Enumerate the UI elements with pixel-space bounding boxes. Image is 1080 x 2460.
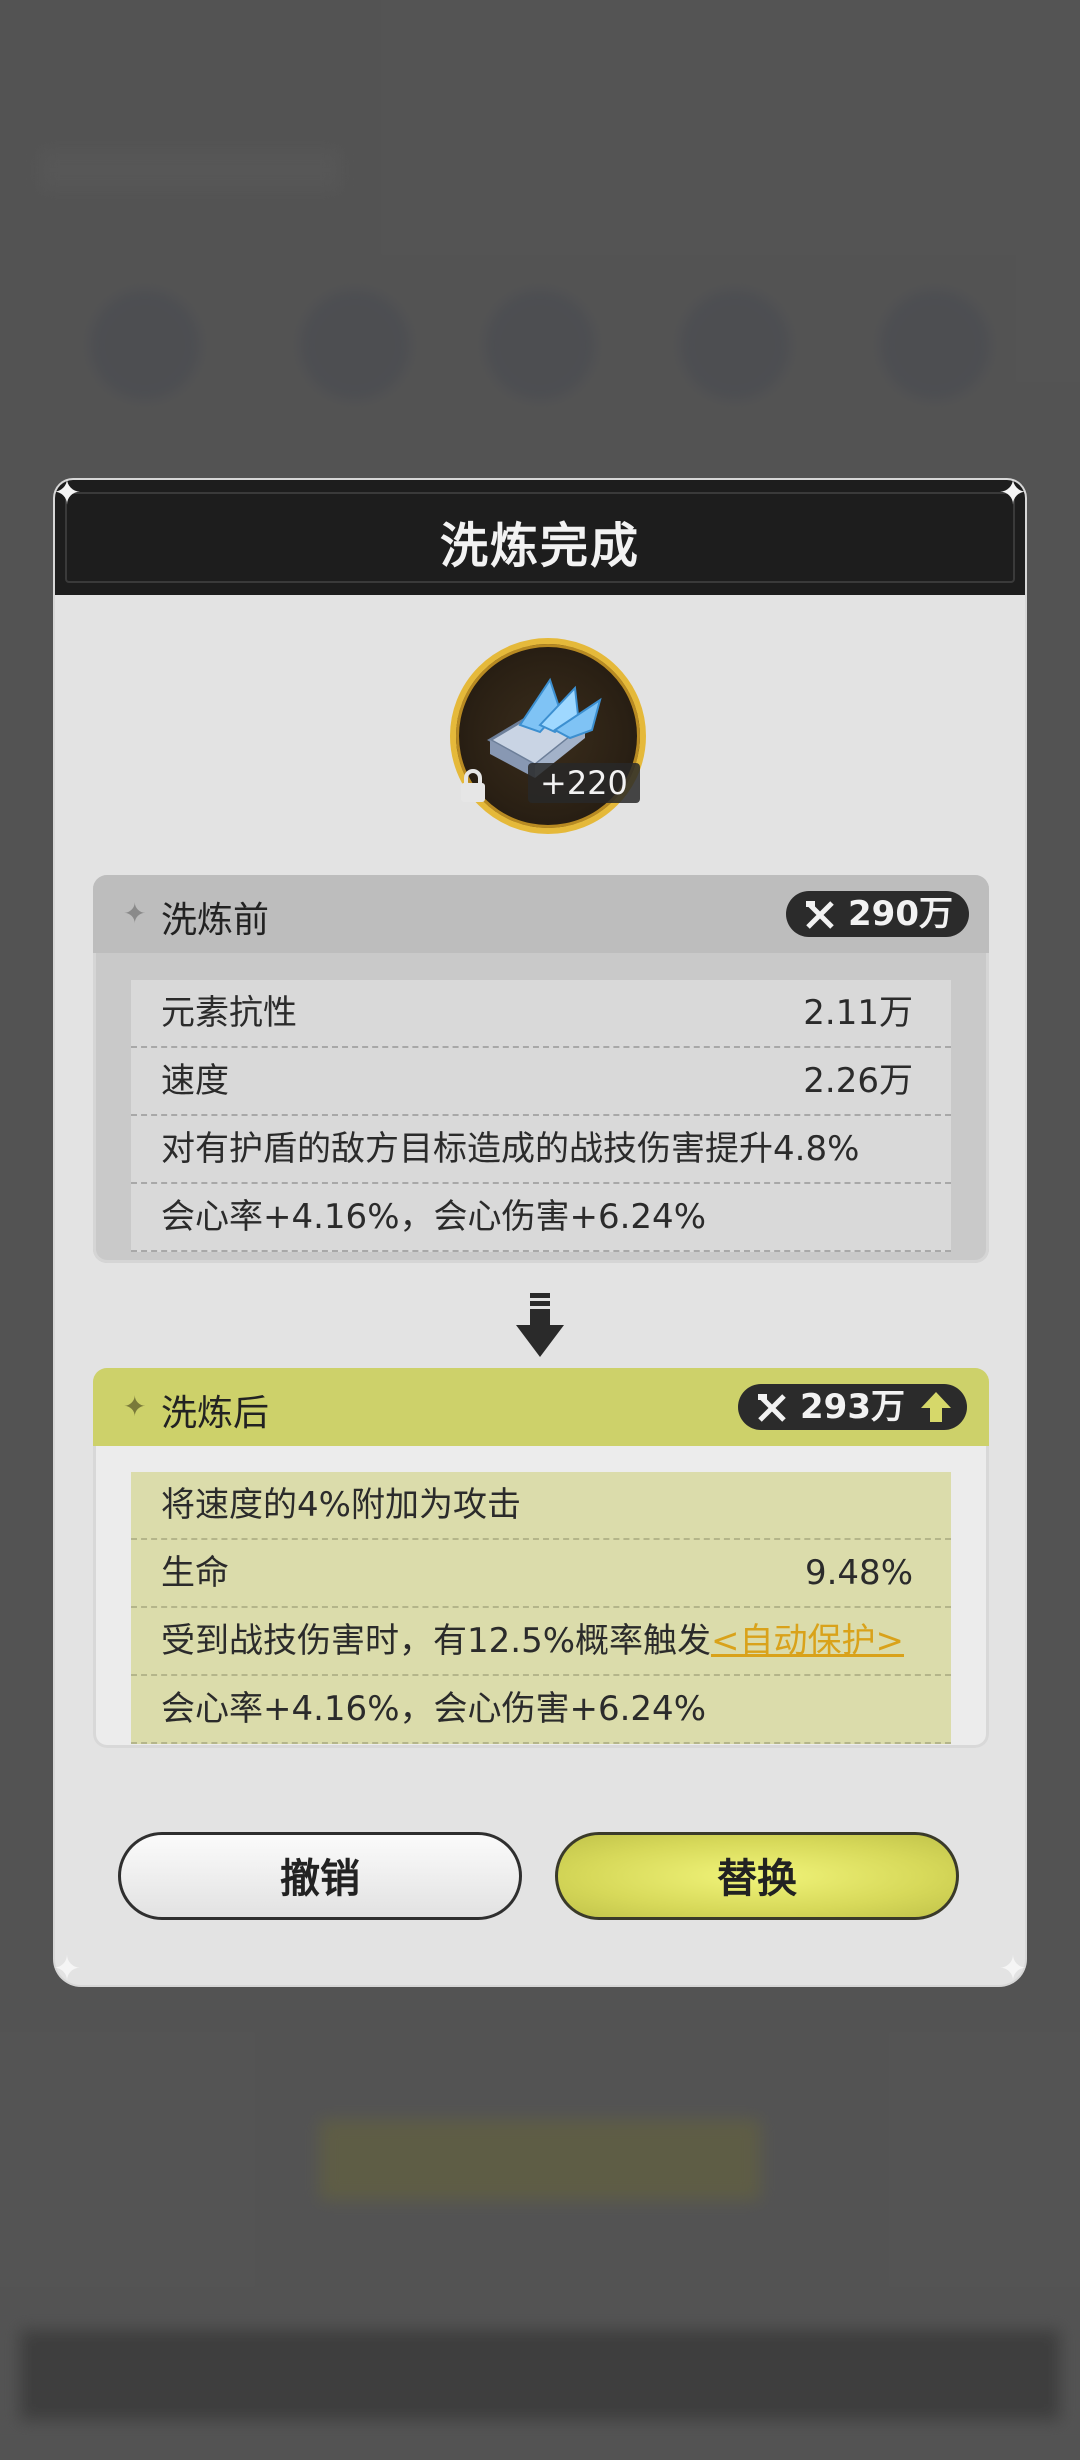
before-stats-list: 元素抗性 2.11万 速度 2.26万 对有护盾的敌方目标造成的战技伤害提升4.…	[131, 980, 951, 1252]
sparkle-icon: ✦	[123, 1390, 147, 1423]
combat-power-icon	[806, 901, 834, 929]
lock-icon	[461, 769, 485, 802]
increase-arrow-icon	[921, 1392, 951, 1422]
stat-row: 会心率+4.16%，会心伤害+6.24%	[131, 1676, 951, 1744]
replace-button[interactable]: 替换	[555, 1832, 959, 1920]
corner-ornament-icon: ✦	[998, 1949, 1028, 1989]
stat-row: 元素抗性 2.11万	[131, 980, 951, 1048]
dialog-title: 洗炼完成	[439, 518, 640, 574]
after-stats-list: 将速度的4%附加为攻击 生命 9.48% 受到战技伤害时，有12.5%概率触发<…	[131, 1472, 951, 1744]
stat-name: 会心率+4.16%，会心伤害+6.24%	[161, 1689, 706, 1729]
after-power-badge: 293万	[738, 1384, 967, 1430]
stat-name: 对有护盾的敌方目标造成的战技伤害提升4.8%	[161, 1129, 860, 1169]
arrow-down-icon	[516, 1293, 564, 1357]
before-stats-panel: ✦ 洗炼前 290万 元素抗性 2.11万 速度 2.26万 对有护盾的敌方目标…	[93, 875, 989, 1263]
stat-row: 速度 2.26万	[131, 1048, 951, 1116]
stat-name: 受到战技伤害时，有12.5%概率触发<自动保护>	[161, 1608, 904, 1674]
sparkle-icon: ✦	[123, 897, 147, 930]
dialog-header: 洗炼完成	[55, 480, 1025, 595]
stat-name: 会心率+4.16%，会心伤害+6.24%	[161, 1197, 706, 1237]
before-label: 洗炼前	[161, 900, 270, 941]
equipment-item[interactable]: +220	[450, 638, 646, 834]
corner-ornament-icon: ✦	[998, 473, 1028, 513]
before-power-badge: 290万	[786, 891, 969, 937]
item-level-badge: +220	[528, 763, 640, 803]
stat-name: 元素抗性	[161, 993, 297, 1033]
after-panel-header: ✦ 洗炼后 293万	[93, 1368, 989, 1446]
stat-name: 将速度的4%附加为攻击	[161, 1485, 521, 1525]
after-power-value: 293万	[800, 1387, 905, 1427]
stat-row: 会心率+4.16%，会心伤害+6.24%	[131, 1184, 951, 1252]
stat-row: 生命 9.48%	[131, 1540, 951, 1608]
stat-name: 速度	[161, 1061, 229, 1101]
cancel-button[interactable]: 撤销	[118, 1832, 522, 1920]
auto-protect-link[interactable]: <自动保护>	[711, 1621, 904, 1661]
stat-text: 受到战技伤害时，有12.5%概率触发	[161, 1621, 712, 1661]
stat-row: 将速度的4%附加为攻击	[131, 1472, 951, 1540]
stat-value: 2.26万	[803, 1061, 913, 1101]
stat-value: 9.48%	[804, 1553, 913, 1593]
stat-row: 受到战技伤害时，有12.5%概率触发<自动保护>	[131, 1608, 951, 1676]
corner-ornament-icon: ✦	[52, 1949, 82, 1989]
after-label: 洗炼后	[161, 1393, 270, 1434]
corner-ornament-icon: ✦	[52, 473, 82, 513]
after-stats-panel: ✦ 洗炼后 293万 将速度的4%附加为攻击 生命 9.48% 受到战技伤害时，…	[93, 1368, 989, 1748]
refine-result-dialog: 洗炼完成 +220 ✦ 洗炼前 290万 元素抗性 2.11万 速度 2.26万…	[55, 480, 1025, 1985]
before-panel-header: ✦ 洗炼前 290万	[93, 875, 989, 953]
stat-row: 对有护盾的敌方目标造成的战技伤害提升4.8%	[131, 1116, 951, 1184]
before-power-value: 290万	[848, 894, 953, 934]
stat-value: 2.11万	[803, 993, 913, 1033]
stat-name: 生命	[161, 1553, 229, 1593]
combat-power-icon	[758, 1394, 786, 1422]
